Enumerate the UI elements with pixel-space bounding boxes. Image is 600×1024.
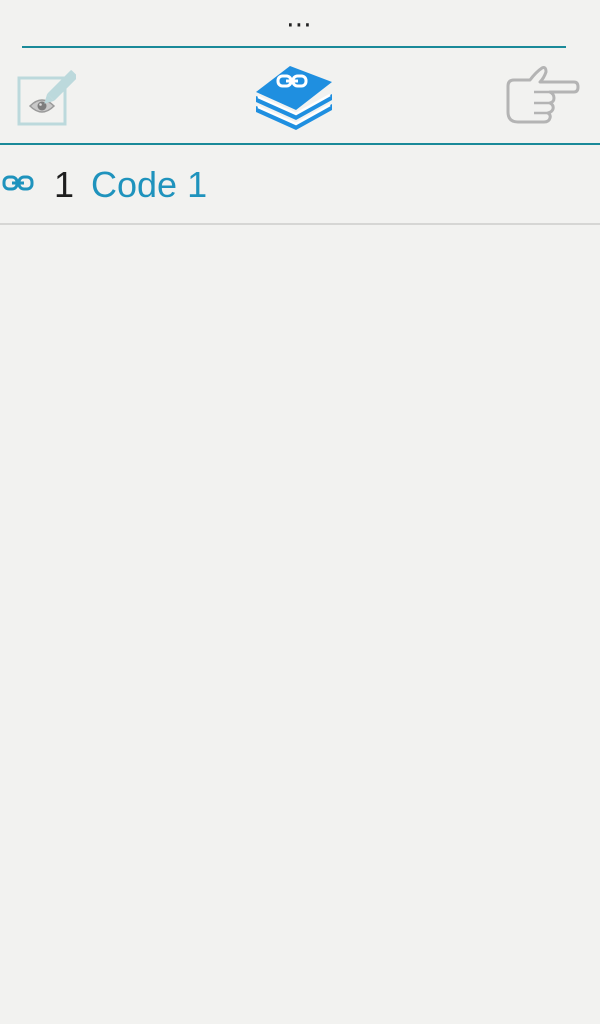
item-label[interactable]: Code 1 [91, 165, 207, 205]
pointing-hand-icon [506, 66, 580, 124]
code-book-button[interactable] [250, 62, 336, 132]
next-button[interactable] [504, 64, 580, 126]
toolbar [0, 48, 600, 143]
item-number: 1 [54, 164, 75, 205]
code-list: 1 Code 1 [0, 145, 600, 225]
link-book-icon [256, 66, 332, 130]
edit-view-button[interactable] [16, 66, 78, 126]
overflow-menu-icon[interactable]: ⋯ [0, 11, 600, 37]
list-item[interactable]: 1 Code 1 [0, 145, 600, 225]
screen: ⋯ 1 Code 1 [0, 0, 600, 1024]
edit-eye-icon [17, 70, 78, 126]
link-icon [2, 175, 34, 191]
